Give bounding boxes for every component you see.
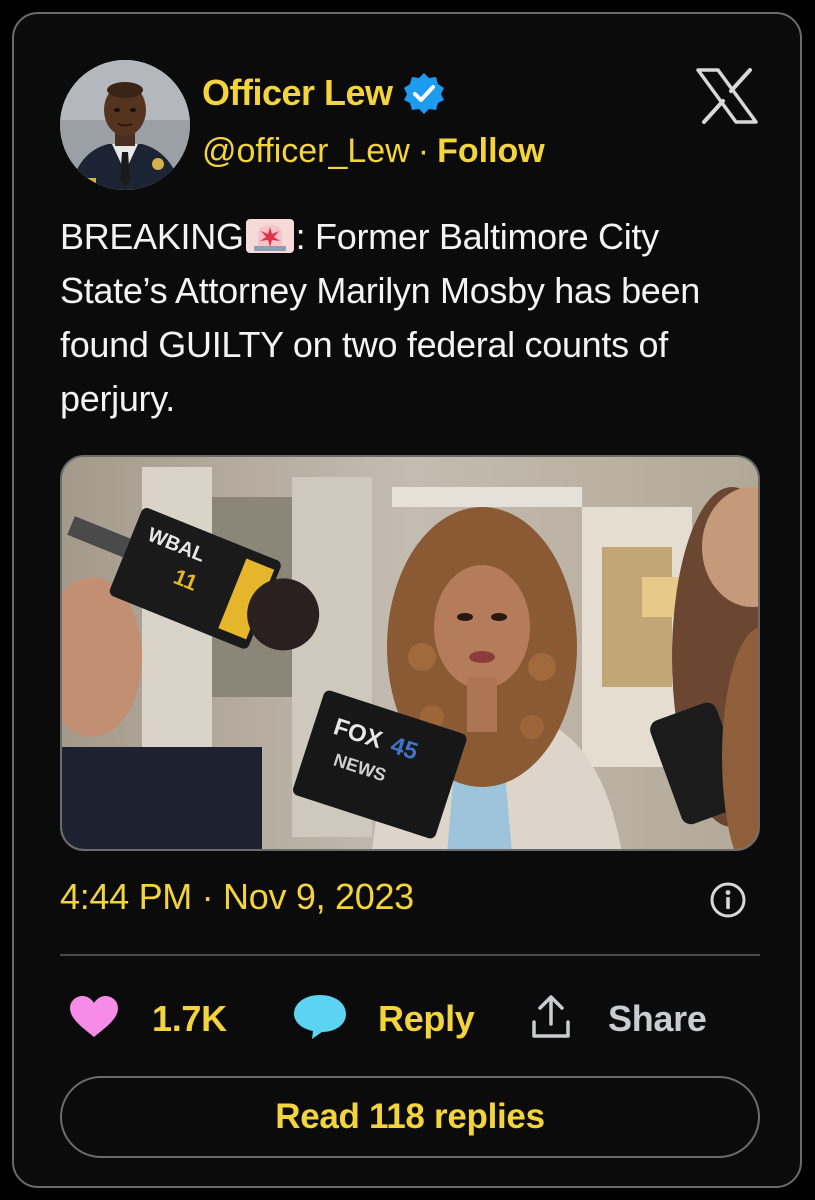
- tweet-actions: 1.7K Reply Share: [60, 984, 760, 1054]
- tweet-body: BREAKING : Former Baltimore City State’s…: [60, 210, 760, 426]
- author-display-name[interactable]: Officer Lew: [202, 72, 393, 114]
- tweet-media-image[interactable]: WBAL 11 FOX 45 NEWS: [60, 455, 760, 851]
- speech-bubble-icon: [292, 993, 348, 1046]
- tweet-card: Officer Lew @officer_Lew · Follow BREAKI…: [12, 12, 802, 1188]
- author-handle-row: @officer_Lew · Follow: [202, 132, 545, 171]
- read-replies-button[interactable]: Read 118 replies: [60, 1076, 760, 1158]
- reply-button[interactable]: Reply: [292, 984, 475, 1054]
- share-label: Share: [608, 998, 707, 1039]
- tweet-text-breaking: BREAKING: [60, 216, 244, 257]
- like-button[interactable]: 1.7K: [68, 984, 227, 1054]
- author-name-row: Officer Lew: [202, 70, 447, 116]
- share-upload-icon: [528, 994, 574, 1045]
- follow-button[interactable]: Follow: [437, 132, 545, 171]
- info-icon[interactable]: [708, 880, 748, 920]
- handle-separator: ·: [417, 132, 430, 170]
- heart-icon: [68, 995, 120, 1044]
- avatar-photo: [60, 60, 190, 190]
- author-avatar[interactable]: [60, 60, 190, 190]
- tweet-timestamp[interactable]: 4:44 PM · Nov 9, 2023: [60, 876, 414, 918]
- share-button[interactable]: Share: [528, 984, 707, 1054]
- reply-label: Reply: [378, 998, 475, 1039]
- siren-emoji-icon: [244, 215, 296, 255]
- divider: [60, 954, 760, 956]
- media-photo: WBAL 11 FOX 45 NEWS: [62, 457, 758, 849]
- author-handle[interactable]: @officer_Lew: [202, 132, 410, 171]
- x-logo-icon[interactable]: [696, 68, 758, 124]
- verified-badge-icon: [401, 70, 447, 116]
- like-count: 1.7K: [152, 998, 227, 1039]
